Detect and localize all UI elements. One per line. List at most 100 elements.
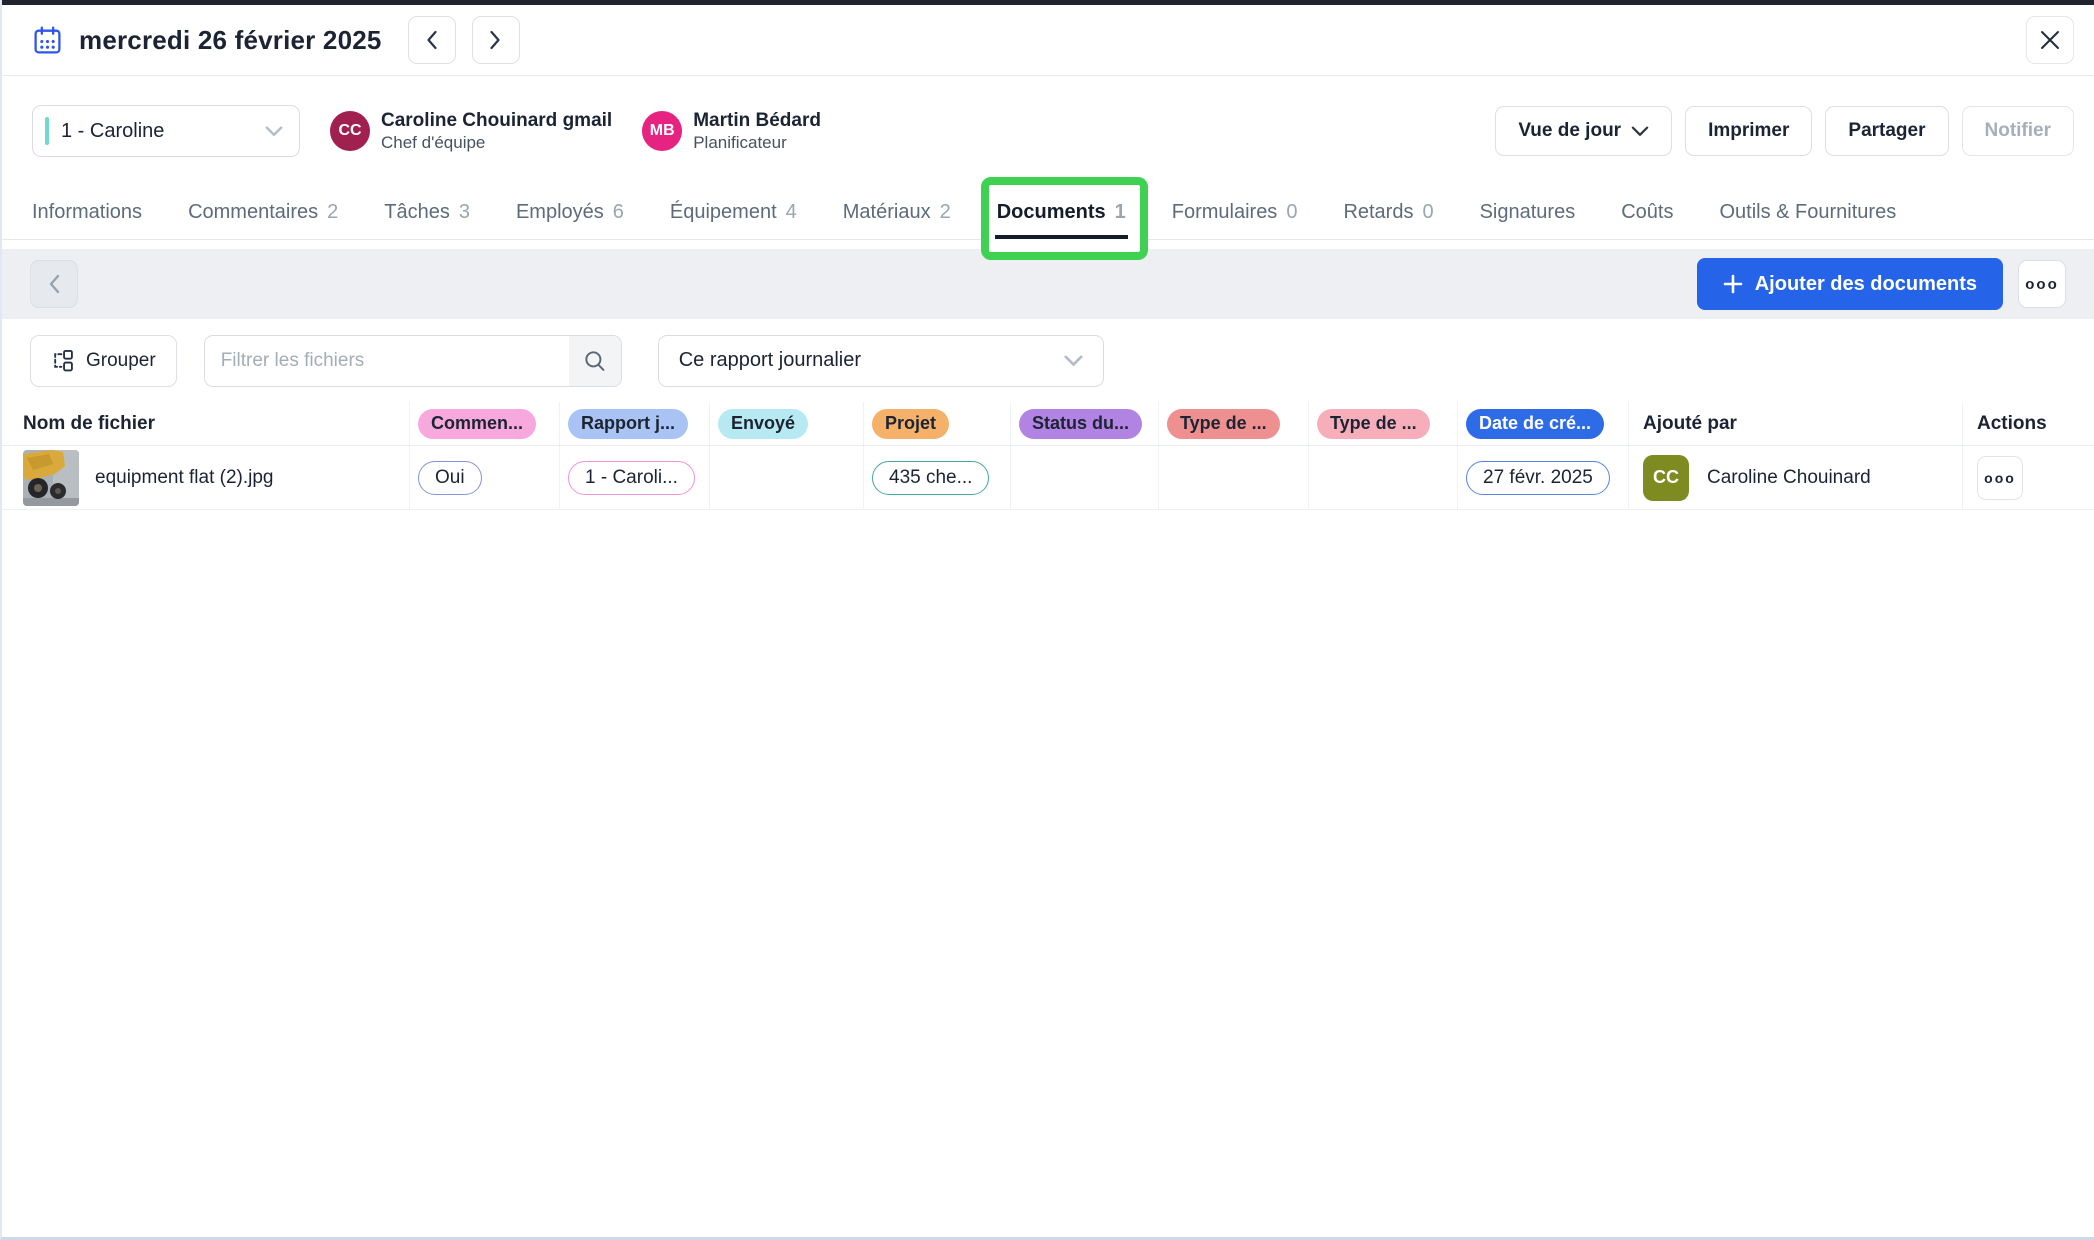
print-button[interactable]: Imprimer (1685, 106, 1812, 156)
tab-label: Matériaux (843, 201, 931, 224)
tab-count: 0 (1286, 201, 1297, 224)
tab-formulaires[interactable]: Formulaires 0 (1172, 186, 1298, 239)
person-name: Martin Bédard (693, 109, 821, 133)
previous-day-button[interactable] (408, 16, 456, 64)
tab-employes[interactable]: Employés 6 (516, 186, 624, 239)
tab-label: Informations (32, 201, 142, 224)
scope-select-value: Ce rapport journalier (679, 349, 861, 372)
report-tab-bar: Informations Commentaires 2 Tâches 3 Emplo… (2, 186, 2094, 240)
tab-signatures[interactable]: Signatures (1480, 186, 1576, 239)
notify-button[interactable]: Notifier (1962, 106, 2075, 156)
tab-commentaires[interactable]: Commentaires 2 (188, 186, 338, 239)
daily-report-panel: mercredi 26 février 2025 1 - Caroline (0, 0, 2094, 1240)
group-icon (51, 349, 74, 372)
column-badge-project[interactable]: Projet (872, 409, 949, 439)
add-documents-button[interactable]: Ajouter des documents (1697, 258, 2003, 310)
tab-label: Documents (997, 201, 1106, 224)
tab-label: Équipement (670, 201, 777, 224)
commented-pill[interactable]: Oui (418, 461, 482, 495)
collapse-panel-button[interactable] (30, 260, 78, 308)
documents-table: Nom de fichier Commen... Rapport j... En… (2, 402, 2094, 510)
panel-header: mercredi 26 février 2025 (2, 5, 2094, 76)
chevron-left-icon (47, 274, 61, 294)
column-added-by: Ajouté par (1643, 413, 1737, 435)
scope-select[interactable]: Ce rapport journalier (658, 335, 1104, 387)
add-documents-label: Ajouter des documents (1755, 273, 1977, 296)
chevron-down-icon (265, 126, 283, 137)
column-badge-commented[interactable]: Commen... (418, 409, 536, 439)
close-icon (2039, 29, 2061, 51)
chevron-right-icon (487, 29, 504, 51)
tab-outils-fournitures[interactable]: Outils & Fournitures (1719, 186, 1896, 239)
person-martin: MB Martin Bédard Planificateur (642, 109, 821, 154)
filter-row: Grouper Ce rapport journalier (2, 319, 2094, 402)
chevron-down-icon (1064, 355, 1083, 367)
type-1-cell-empty (1159, 446, 1309, 509)
close-button[interactable] (2026, 16, 2074, 64)
column-actions: Actions (1977, 413, 2047, 435)
tab-count: 2 (327, 201, 338, 224)
ellipsis-icon: ooo (2025, 276, 2059, 293)
calendar-icon (32, 25, 63, 56)
ellipsis-icon: ooo (1984, 470, 2016, 486)
tab-count: 6 (613, 201, 624, 224)
added-by-name: Caroline Chouinard (1707, 467, 1871, 489)
tab-label: Employés (516, 201, 604, 224)
project-pill[interactable]: 435 che... (872, 461, 989, 495)
column-badge-type-2[interactable]: Type de ... (1317, 409, 1430, 439)
search-submit[interactable] (569, 336, 621, 386)
table-header: Nom de fichier Commen... Rapport j... En… (2, 402, 2094, 446)
person-role: Planificateur (693, 132, 821, 153)
tab-couts[interactable]: Coûts (1621, 186, 1673, 239)
search-icon (582, 348, 608, 374)
chevron-down-icon (1631, 126, 1649, 137)
row-actions-button[interactable]: ooo (1977, 456, 2023, 500)
tab-label: Formulaires (1172, 201, 1278, 224)
tab-retards[interactable]: Retards0 (1343, 186, 1433, 239)
status-cell-empty (1011, 446, 1159, 509)
report-pill[interactable]: 1 - Caroli... (568, 461, 695, 495)
share-button[interactable]: Partager (1825, 106, 1948, 156)
tab-materiaux[interactable]: Matériaux2 (843, 186, 951, 239)
file-filter-input[interactable] (205, 336, 569, 386)
group-button-label: Grouper (86, 350, 156, 372)
tab-count: 0 (1422, 201, 1433, 224)
tab-informations[interactable]: Informations (32, 186, 142, 239)
tab-label: Signatures (1480, 201, 1576, 224)
person-caroline: CC Caroline Chouinard gmail Chef d'équip… (330, 109, 612, 154)
column-badge-report[interactable]: Rapport j... (568, 409, 688, 439)
avatar: MB (642, 111, 682, 151)
column-badge-created-date[interactable]: Date de cré... (1466, 409, 1604, 439)
next-day-button[interactable] (472, 16, 520, 64)
file-filter-search (204, 335, 622, 387)
column-badge-type-1[interactable]: Type de ... (1167, 409, 1280, 439)
page-title: mercredi 26 février 2025 (79, 25, 382, 56)
day-view-button[interactable]: Vue de jour (1495, 106, 1672, 156)
report-subheader: 1 - Caroline CC Caroline Chouinard gmail… (2, 76, 2094, 186)
person-name: Caroline Chouinard gmail (381, 109, 612, 133)
table-row: equipment flat (2).jpg Oui 1 - Caroli...… (2, 446, 2094, 510)
created-date-pill[interactable]: 27 févr. 2025 (1466, 461, 1610, 495)
tab-label: Tâches (384, 201, 450, 224)
toolbar-more-button[interactable]: ooo (2018, 260, 2066, 308)
tab-count: 1 (1115, 201, 1126, 224)
column-filename: Nom de fichier (23, 413, 155, 435)
chevron-left-icon (423, 29, 440, 51)
type-2-cell-empty (1309, 446, 1458, 509)
tab-equipement[interactable]: Équipement4 (670, 186, 797, 239)
tab-label: Commentaires (188, 201, 318, 224)
plus-icon (1723, 274, 1743, 294)
file-name[interactable]: equipment flat (2).jpg (95, 467, 274, 489)
column-badge-status[interactable]: Status du... (1019, 409, 1142, 439)
tab-taches[interactable]: Tâches 3 (384, 186, 470, 239)
avatar: CC (1643, 455, 1689, 501)
sent-cell-empty (710, 446, 864, 509)
tab-documents[interactable]: Documents 1 (997, 186, 1126, 239)
group-button[interactable]: Grouper (30, 335, 177, 387)
file-thumbnail[interactable] (23, 450, 79, 506)
column-badge-sent[interactable]: Envoyé (718, 409, 808, 439)
crew-select[interactable]: 1 - Caroline (32, 105, 300, 157)
documents-toolbar: Ajouter des documents ooo (2, 249, 2094, 319)
person-role: Chef d'équipe (381, 132, 612, 153)
tab-count: 3 (459, 201, 470, 224)
